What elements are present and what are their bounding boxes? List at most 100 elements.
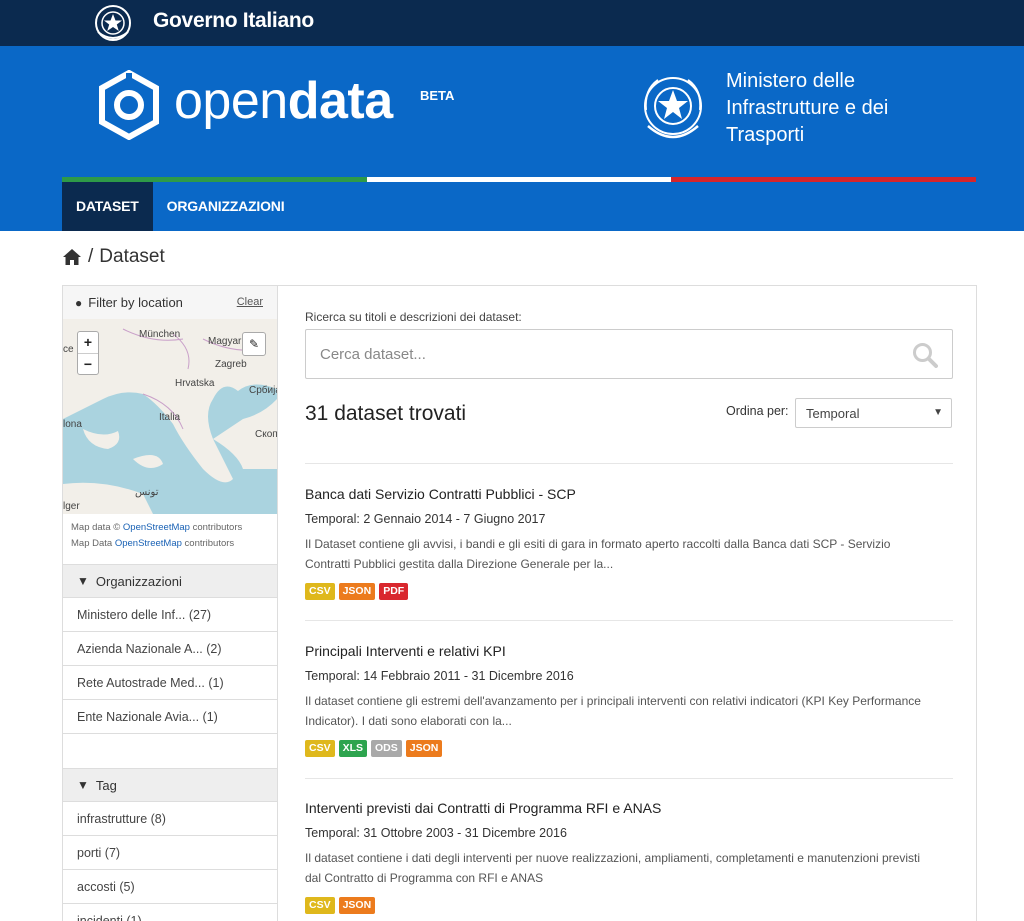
location-map[interactable]: + − ✎ München Magyar Zagreb Hrvatska Срб…	[63, 319, 277, 514]
facet-item-tag[interactable]: infrastrutture (8)	[63, 802, 277, 836]
ministry-line-2: Infrastrutture e dei	[726, 97, 889, 119]
wordmark-data: data	[287, 72, 393, 130]
dataset-title-link[interactable]: Banca dati Servizio Contratti Pubblici -…	[305, 486, 953, 502]
zoom-in-button[interactable]: +	[78, 332, 98, 353]
sort-select[interactable]: Temporal ▼	[795, 398, 952, 428]
wordmark-open: open	[174, 72, 288, 130]
opendata-wordmark[interactable]: opendata	[174, 68, 393, 134]
map-label: Скоп	[255, 429, 277, 440]
divider	[305, 463, 953, 464]
breadcrumb-separator: /	[88, 246, 94, 267]
format-badges: CSV JSON	[305, 897, 953, 914]
map-label: Србија	[249, 385, 277, 396]
ministry-line-3: Trasporti	[726, 124, 805, 146]
nav-dataset[interactable]: DATASET	[62, 182, 153, 231]
map-label: Italia	[159, 412, 181, 423]
format-badge[interactable]: CSV	[305, 897, 335, 914]
attribution-text: Map Data	[71, 538, 113, 549]
format-badge[interactable]: CSV	[305, 740, 335, 757]
map-label: lona	[63, 419, 82, 430]
chevron-down-icon: ▼	[933, 407, 943, 418]
republic-emblem-icon[interactable]	[92, 2, 134, 44]
dataset-temporal: Temporal: 31 Ottobre 2003 - 31 Dicembre …	[305, 826, 567, 840]
facet-item-organization[interactable]: Ente Nazionale Avia... (1)	[63, 700, 277, 734]
tags-facet-header: ▼ Tag	[63, 768, 277, 802]
search-input[interactable]	[306, 330, 886, 378]
format-badges: CSV XLS ODS JSON	[305, 740, 953, 757]
opendata-logo-icon[interactable]	[98, 70, 160, 140]
map-bullet-icon: ce	[63, 344, 74, 355]
search-icon[interactable]	[912, 342, 938, 368]
dataset-description: Il dataset contiene i dati degli interve…	[305, 851, 920, 885]
facet-item-tag[interactable]: incidenti (1)	[63, 904, 277, 921]
results-content: Ricerca su titoli e descrizioni dei data…	[305, 286, 953, 921]
map-label: München	[139, 329, 181, 340]
facet-item-organization[interactable]: Rete Autostrade Med... (1)	[63, 666, 277, 700]
site-header: opendata BETA Ministero delle Infrastrut…	[0, 46, 1024, 177]
facet-item-tag[interactable]: porti (7)	[63, 836, 277, 870]
dataset-item: Principali Interventi e relativi KPI Tem…	[305, 643, 953, 757]
government-bar: Governo Italiano	[0, 0, 1024, 46]
location-filter-header: ● Filter by location Clear	[63, 286, 277, 319]
divider	[305, 778, 953, 779]
globe-icon: ●	[75, 295, 83, 310]
organizations-facet-header: ▼ Organizzazioni	[63, 564, 277, 598]
search-box	[305, 329, 953, 379]
attribution-text: contributors	[184, 538, 235, 549]
dataset-description: Il Dataset contiene gli avvisi, i bandi …	[305, 537, 891, 571]
map-label: lger	[63, 501, 80, 512]
sidebar: ● Filter by location Clear + − ✎ München…	[63, 286, 278, 921]
navigation-bar: DATASET ORGANIZZAZIONI	[0, 177, 1024, 231]
facet-spacer	[63, 734, 277, 768]
facet-item-tag[interactable]: accosti (5)	[63, 870, 277, 904]
organizations-facet-title: Organizzazioni	[95, 573, 182, 589]
map-attribution: Map data © OpenStreetMap contributors Ma…	[63, 514, 277, 564]
location-filter-title: Filter by location	[88, 295, 183, 310]
nav-organizzazioni[interactable]: ORGANIZZAZIONI	[153, 182, 299, 231]
dataset-temporal: Temporal: 14 Febbraio 2011 - 31 Dicembre…	[305, 669, 574, 683]
tags-facet-title: Tag	[95, 777, 117, 793]
dataset-temporal: Temporal: 2 Gennaio 2014 - 7 Giugno 2017	[305, 512, 546, 526]
format-badge[interactable]: PDF	[379, 583, 409, 600]
clear-location-link[interactable]: Clear	[237, 296, 263, 308]
main-container: ● Filter by location Clear + − ✎ München…	[62, 285, 977, 921]
pencil-icon: ✎	[248, 337, 260, 351]
dataset-item: Interventi previsti dai Contratti di Pro…	[305, 800, 953, 914]
filter-icon: ▼	[77, 574, 89, 588]
osm-link[interactable]: OpenStreetMap	[115, 538, 182, 549]
format-badge[interactable]: JSON	[338, 583, 376, 600]
results-count: 31 dataset trovati	[305, 402, 467, 425]
zoom-out-button[interactable]: −	[78, 353, 98, 374]
dataset-title-link[interactable]: Principali Interventi e relativi KPI	[305, 643, 953, 659]
format-badge[interactable]: CSV	[305, 583, 335, 600]
dataset-item: Banca dati Servizio Contratti Pubblici -…	[305, 486, 953, 600]
breadcrumb-current[interactable]: Dataset	[99, 246, 164, 268]
ministry-emblem-icon	[644, 77, 702, 139]
format-badge[interactable]: JSON	[338, 897, 376, 914]
draw-area-button[interactable]: ✎	[242, 332, 266, 356]
osm-link[interactable]: OpenStreetMap	[123, 522, 190, 533]
format-badge[interactable]: XLS	[338, 740, 368, 757]
filter-icon: ▼	[77, 778, 89, 792]
dataset-description: Il dataset contiene gli estremi dell'ava…	[305, 694, 921, 728]
format-badge[interactable]: ODS	[371, 740, 402, 757]
facet-item-organization[interactable]: Azienda Nazionale A... (2)	[63, 632, 277, 666]
map-label: Magyar	[208, 336, 242, 347]
main-nav: DATASET ORGANIZZAZIONI	[62, 182, 298, 231]
map-label: تونس	[135, 487, 159, 498]
government-title[interactable]: Governo Italiano	[153, 9, 314, 33]
attribution-line-2: Map Data OpenStreetMap contributors	[71, 536, 269, 552]
facet-item-organization[interactable]: Ministero delle Inf... (27)	[63, 598, 277, 632]
map-zoom-control: + −	[77, 331, 99, 375]
format-badge[interactable]: JSON	[405, 740, 443, 757]
ministry-name: Ministero delle Infrastrutture e dei Tra…	[726, 68, 926, 149]
attribution-text: contributors	[192, 522, 243, 533]
map-label: Hrvatska	[175, 378, 215, 389]
divider	[305, 620, 953, 621]
attribution-text: Map data ©	[71, 522, 121, 533]
sort-label: Ordina per:	[726, 404, 789, 418]
format-badges: CSV JSON PDF	[305, 583, 953, 600]
dataset-title-link[interactable]: Interventi previsti dai Contratti di Pro…	[305, 800, 953, 816]
home-icon[interactable]	[62, 248, 82, 266]
map-label: Zagreb	[215, 359, 247, 370]
